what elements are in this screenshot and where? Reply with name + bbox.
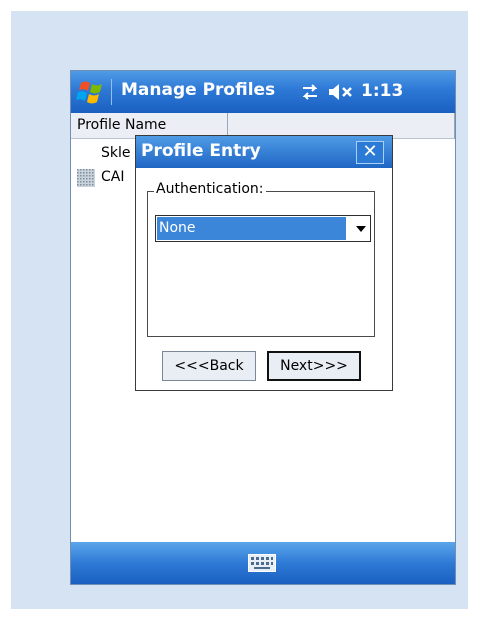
dialog-title: Profile Entry [141, 141, 261, 161]
authentication-label: Authentication: [154, 181, 266, 197]
list-item-label: Skle [101, 145, 131, 161]
window-title: Manage Profiles [121, 80, 276, 100]
authentication-dropdown[interactable]: None [155, 215, 371, 242]
back-button[interactable]: <<<Back [162, 351, 256, 381]
next-button[interactable]: Next>>> [267, 351, 361, 381]
keyboard-icon[interactable] [248, 554, 276, 572]
title-separator [111, 79, 112, 105]
dialog-title-bar: Profile Entry ✕ [136, 136, 392, 168]
list-item-label: CAI [101, 169, 125, 185]
authentication-selected-value: None [157, 217, 346, 240]
clock-time[interactable]: 1:13 [361, 81, 403, 101]
connectivity-icon[interactable] [299, 82, 321, 102]
profile-entry-dialog: Profile Entry ✕ Authentication: None <<<… [135, 135, 393, 391]
chevron-down-icon[interactable] [356, 226, 366, 232]
bottom-menu-bar [71, 542, 455, 584]
profile-icon [77, 169, 95, 187]
authentication-group: Authentication: None [147, 181, 375, 337]
device-screen: Manage Profiles 1:13 Profile Name Skle C… [70, 70, 456, 585]
volume-muted-icon[interactable] [327, 82, 357, 102]
windows-start-icon[interactable] [75, 77, 109, 107]
close-button[interactable]: ✕ [356, 141, 384, 164]
screenshot-frame: Manage Profiles 1:13 Profile Name Skle C… [11, 11, 468, 609]
title-bar: Manage Profiles 1:13 [71, 71, 455, 113]
